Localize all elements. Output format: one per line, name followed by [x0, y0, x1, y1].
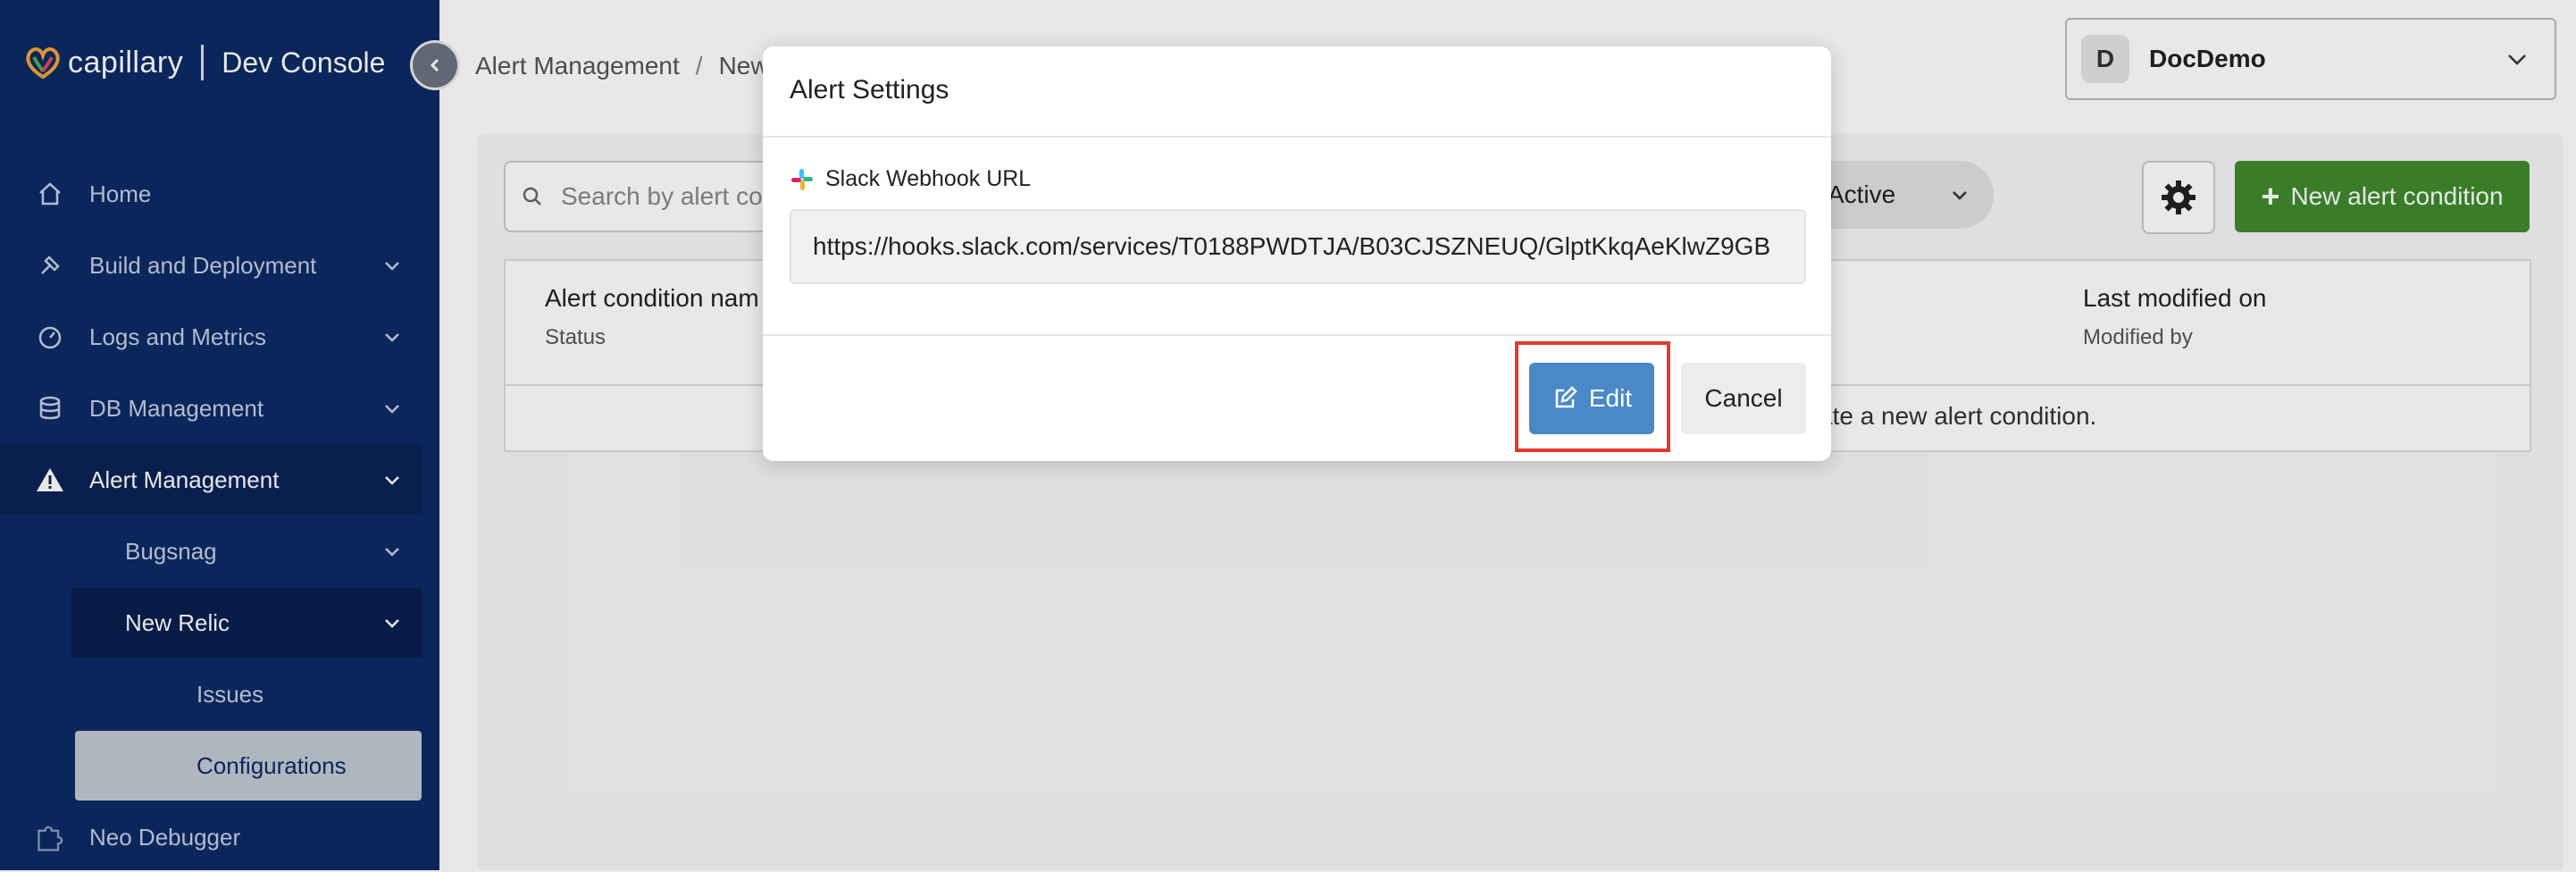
alert-settings-modal: Alert Settings Slack Webhook URL https:/…: [763, 46, 1831, 461]
divider: [763, 334, 1831, 336]
divider: [763, 136, 1831, 138]
edit-button-label: Edit: [1588, 384, 1633, 412]
slack-webhook-url-value: https://hooks.slack.com/services/T0188PW…: [813, 232, 1771, 260]
slack-webhook-label: Slack Webhook URL: [790, 166, 1031, 192]
slack-webhook-label-text: Slack Webhook URL: [825, 166, 1032, 191]
cancel-button[interactable]: Cancel: [1681, 363, 1806, 434]
edit-icon: [1555, 386, 1577, 408]
slack-icon: [791, 168, 813, 190]
slack-webhook-url-field[interactable]: https://hooks.slack.com/services/T0188PW…: [790, 209, 1806, 284]
edit-button[interactable]: Edit: [1529, 363, 1654, 434]
modal-title: Alert Settings: [790, 75, 949, 105]
cancel-button-label: Cancel: [1704, 384, 1783, 412]
